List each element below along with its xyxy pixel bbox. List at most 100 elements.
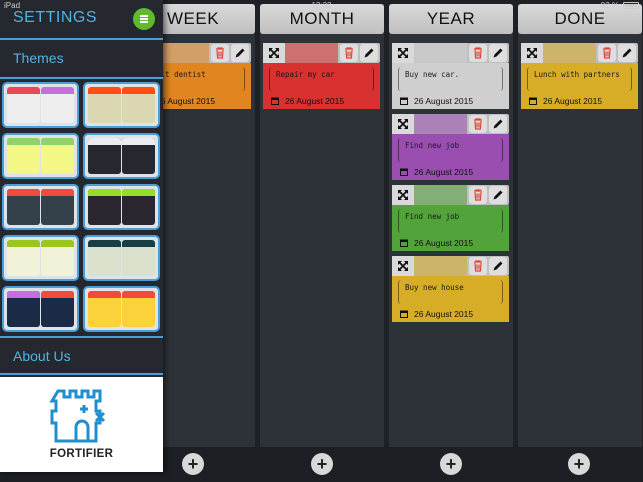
card-date-text: 26 August 2015 (414, 238, 474, 248)
logo-wordmark: FORTIFIER (49, 448, 114, 460)
pencil-icon[interactable] (231, 44, 249, 62)
pencil-icon[interactable] (489, 257, 507, 275)
theme-option[interactable] (83, 133, 160, 179)
theme-swatch-stripe (41, 87, 74, 94)
theme-swatch-right (122, 138, 155, 174)
trash-icon[interactable] (469, 115, 487, 133)
card-date: 26 August 2015 (529, 96, 602, 106)
card-body: Find new job 26 August 2015 (392, 205, 509, 251)
theme-option[interactable] (2, 82, 79, 128)
trash-icon[interactable] (340, 44, 358, 62)
theme-option[interactable] (83, 82, 160, 128)
about-us-link[interactable]: About Us (13, 348, 71, 364)
theme-swatch-stripe (122, 189, 155, 196)
trash-icon[interactable] (469, 257, 487, 275)
card-body: Repair my car 26 August 2015 (263, 63, 380, 109)
move-arrows-icon[interactable] (392, 256, 414, 276)
card-text: Repair my car (269, 67, 374, 91)
divider (0, 373, 163, 375)
theme-swatch-right (41, 240, 74, 276)
pencil-icon[interactable] (360, 44, 378, 62)
trash-icon[interactable] (598, 44, 616, 62)
pencil-icon[interactable] (489, 44, 507, 62)
theme-swatch-stripe (122, 291, 155, 298)
card-text: Buy new house (398, 280, 503, 304)
theme-swatch-left (88, 240, 121, 276)
theme-option[interactable] (83, 184, 160, 230)
theme-option[interactable] (83, 286, 160, 332)
theme-swatch-right (122, 240, 155, 276)
theme-option[interactable] (2, 133, 79, 179)
task-card[interactable]: Buy new house 26 August 2015 (392, 256, 509, 322)
theme-swatch-stripe (88, 87, 121, 94)
task-card[interactable]: Lunch with partners 26 August 2015 (521, 43, 638, 109)
battery-icon (623, 2, 639, 9)
theme-swatch-stripe (41, 240, 74, 247)
add-card-button[interactable]: + (568, 453, 590, 475)
theme-swatch-stripe (41, 189, 74, 196)
theme-swatch-right (41, 291, 74, 327)
task-card[interactable]: Find new job 26 August 2015 (392, 185, 509, 251)
card-date: 26 August 2015 (400, 167, 473, 177)
move-arrows-icon[interactable] (521, 43, 543, 63)
column-title: MONTH (289, 9, 355, 28)
divider (0, 38, 163, 40)
divider (0, 336, 163, 338)
card-body: Buy new car. 26 August 2015 (392, 63, 509, 109)
theme-swatch-stripe (7, 240, 40, 247)
card-body: Buy new house 26 August 2015 (392, 276, 509, 322)
theme-swatch-left (88, 138, 121, 174)
move-arrows-icon[interactable] (392, 185, 414, 205)
move-arrows-icon[interactable] (392, 114, 414, 134)
theme-option[interactable] (2, 286, 79, 332)
theme-swatch-stripe (88, 240, 121, 247)
task-card[interactable]: Buy new car. 26 August 2015 (392, 43, 509, 109)
card-body: Lunch with partners 26 August 2015 (521, 63, 638, 109)
theme-option[interactable] (2, 184, 79, 230)
add-card-button[interactable]: + (182, 453, 204, 475)
column-year: YEAR Buy new car. 26 August 2015 Find ne… (389, 4, 513, 475)
pencil-icon[interactable] (489, 115, 507, 133)
task-card[interactable]: Find new job 26 August 2015 (392, 114, 509, 180)
pencil-icon[interactable] (618, 44, 636, 62)
battery-percent: 92 % (600, 1, 619, 10)
theme-swatch-stripe (7, 138, 40, 145)
pencil-icon[interactable] (489, 186, 507, 204)
theme-swatch-right (41, 87, 74, 123)
calendar-icon (400, 310, 408, 318)
task-card[interactable]: Repair my car 26 August 2015 (263, 43, 380, 109)
trash-icon[interactable] (211, 44, 229, 62)
hamburger-icon[interactable] (133, 8, 155, 30)
company-logo: FORTIFIER (0, 377, 163, 472)
theme-option[interactable] (83, 235, 160, 281)
card-date: 26 August 2015 (400, 96, 473, 106)
theme-option[interactable] (2, 235, 79, 281)
move-arrows-icon[interactable] (263, 43, 285, 63)
move-arrows-icon[interactable] (392, 43, 414, 63)
calendar-icon (529, 97, 537, 105)
column-month: MONTH Repair my car 26 August 2015 + (260, 4, 384, 475)
add-card-button[interactable]: + (440, 453, 462, 475)
add-card-button[interactable]: + (311, 453, 333, 475)
trash-icon[interactable] (469, 186, 487, 204)
card-date-text: 26 August 2015 (285, 96, 345, 106)
theme-swatch-stripe (122, 87, 155, 94)
theme-swatch-left (88, 291, 121, 327)
theme-swatch-stripe (88, 291, 121, 298)
card-body: Find new job 26 August 2015 (392, 134, 509, 180)
theme-swatch-stripe (7, 291, 40, 298)
theme-swatch-left (7, 240, 40, 276)
theme-swatch-stripe (122, 138, 155, 145)
themes-heading[interactable]: Themes (13, 50, 64, 66)
theme-swatch-stripe (122, 240, 155, 247)
column-done: DONE Lunch with partners 26 August 2015 … (518, 4, 642, 475)
theme-swatch-right (41, 138, 74, 174)
card-text: Buy new car. (398, 67, 503, 91)
trash-icon[interactable] (469, 44, 487, 62)
theme-swatch-stripe (88, 138, 121, 145)
theme-swatch-left (7, 138, 40, 174)
card-text: Find new job (398, 138, 503, 162)
castle-tower-icon (49, 389, 106, 443)
card-date-text: 26 August 2015 (414, 96, 474, 106)
calendar-icon (400, 239, 408, 247)
